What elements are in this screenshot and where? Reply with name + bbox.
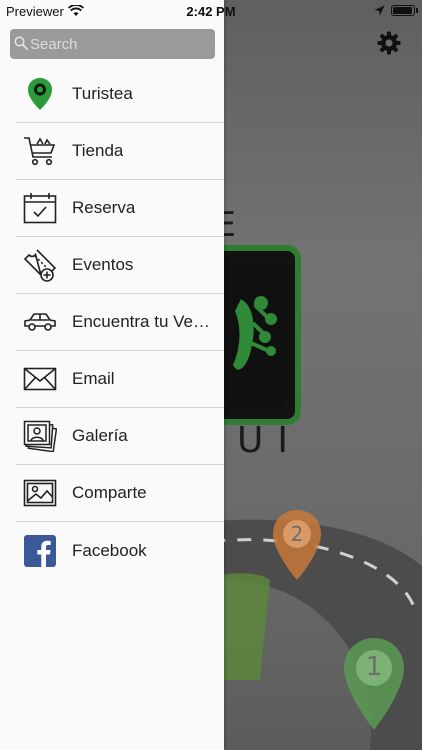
pin-marker-icon <box>344 638 404 730</box>
menu-item-label: Galería <box>72 426 128 445</box>
location-arrow-icon <box>374 5 385 16</box>
map-pin-1[interactable]: 1 <box>342 636 406 732</box>
search-bar[interactable] <box>10 29 215 59</box>
menu-item-tienda[interactable]: Tienda <box>16 123 224 180</box>
menu-item-eventos[interactable]: Eventos <box>16 237 224 294</box>
ticket-add-icon <box>22 247 58 283</box>
map-pin-2[interactable]: 2 <box>271 508 323 582</box>
image-share-icon <box>22 475 58 511</box>
envelope-icon <box>22 361 58 397</box>
gear-icon[interactable] <box>377 31 401 55</box>
shopping-cart-icon <box>22 133 58 169</box>
pin-number: 1 <box>365 652 383 682</box>
calendar-check-icon <box>22 190 58 226</box>
menu-item-label: Reserva <box>72 198 136 217</box>
menu-item-reserva[interactable]: Reserva <box>16 180 224 237</box>
status-bar: Previewer 2:42 PM <box>0 0 422 22</box>
side-drawer: Turistea Tienda <box>0 0 224 750</box>
menu-item-turistea[interactable]: Turistea <box>16 66 224 123</box>
car-icon <box>22 304 58 340</box>
menu-item-label: Email <box>72 369 115 388</box>
battery-icon <box>391 5 415 16</box>
drawer-menu: Turistea Tienda Reserva Eventos Encuentr… <box>0 66 224 579</box>
menu-item-label: Turistea <box>72 84 133 103</box>
clock: 2:42 PM <box>186 4 236 19</box>
menu-item-encuentra-tu-vehiculo[interactable]: Encuentra tu Ve… <box>16 294 224 351</box>
menu-item-label: Encuentra tu Ve… <box>72 312 210 331</box>
photo-gallery-icon <box>22 418 58 454</box>
menu-item-comparte[interactable]: Comparte <box>16 465 224 522</box>
menu-item-email[interactable]: Email <box>16 351 224 408</box>
menu-item-label: Eventos <box>72 255 134 274</box>
menu-item-label: Facebook <box>72 540 147 560</box>
search-input[interactable] <box>30 29 210 59</box>
pin-number: 2 <box>290 522 304 546</box>
map-pin-icon <box>22 76 58 112</box>
facebook-icon <box>22 533 58 569</box>
menu-item-label: Tienda <box>72 141 124 160</box>
frog-logo-icon <box>233 296 277 370</box>
search-icon <box>14 36 28 50</box>
menu-item-facebook[interactable]: Facebook <box>16 522 224 579</box>
menu-item-label: Comparte <box>72 483 147 502</box>
menu-item-galeria[interactable]: Galería <box>16 408 224 465</box>
